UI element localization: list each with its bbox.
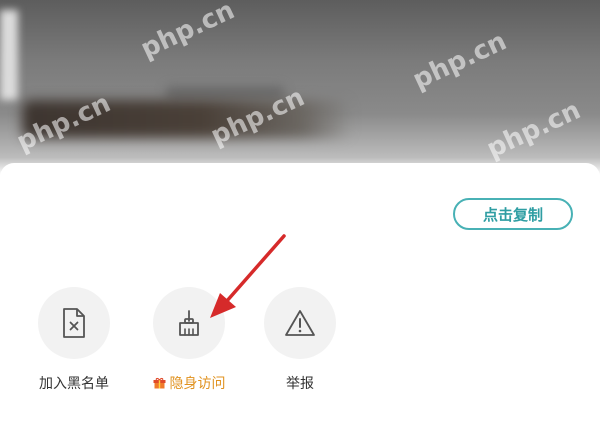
blurred-content <box>0 10 18 100</box>
broom-icon <box>179 310 199 336</box>
action-icon-circle <box>264 287 336 359</box>
screen: php.cn php.cn php.cn php.cn php.cn 点击复制 … <box>0 0 600 429</box>
gift-icon <box>153 377 165 389</box>
watermark-text: php.cn <box>482 95 586 165</box>
warning-triangle-icon <box>285 310 315 336</box>
watermark-text: php.cn <box>136 0 240 65</box>
action-label: 加入黑名单 <box>39 376 109 392</box>
action-icon-circle <box>38 287 110 359</box>
add-to-blacklist-button[interactable]: 加入黑名单 <box>14 287 134 393</box>
dimmed-background: php.cn php.cn php.cn php.cn php.cn <box>0 0 600 175</box>
blacklist-document-icon <box>63 308 85 338</box>
copy-button[interactable]: 点击复制 <box>453 198 573 230</box>
action-icon-circle <box>153 287 225 359</box>
invisible-visit-button[interactable]: 隐身访问 <box>129 287 249 393</box>
action-label: 隐身访问 <box>169 376 226 392</box>
report-button[interactable]: 举报 <box>240 287 360 393</box>
action-label-row: 隐身访问 <box>129 373 249 393</box>
action-label: 举报 <box>286 376 314 392</box>
watermark-text: php.cn <box>408 26 512 96</box>
